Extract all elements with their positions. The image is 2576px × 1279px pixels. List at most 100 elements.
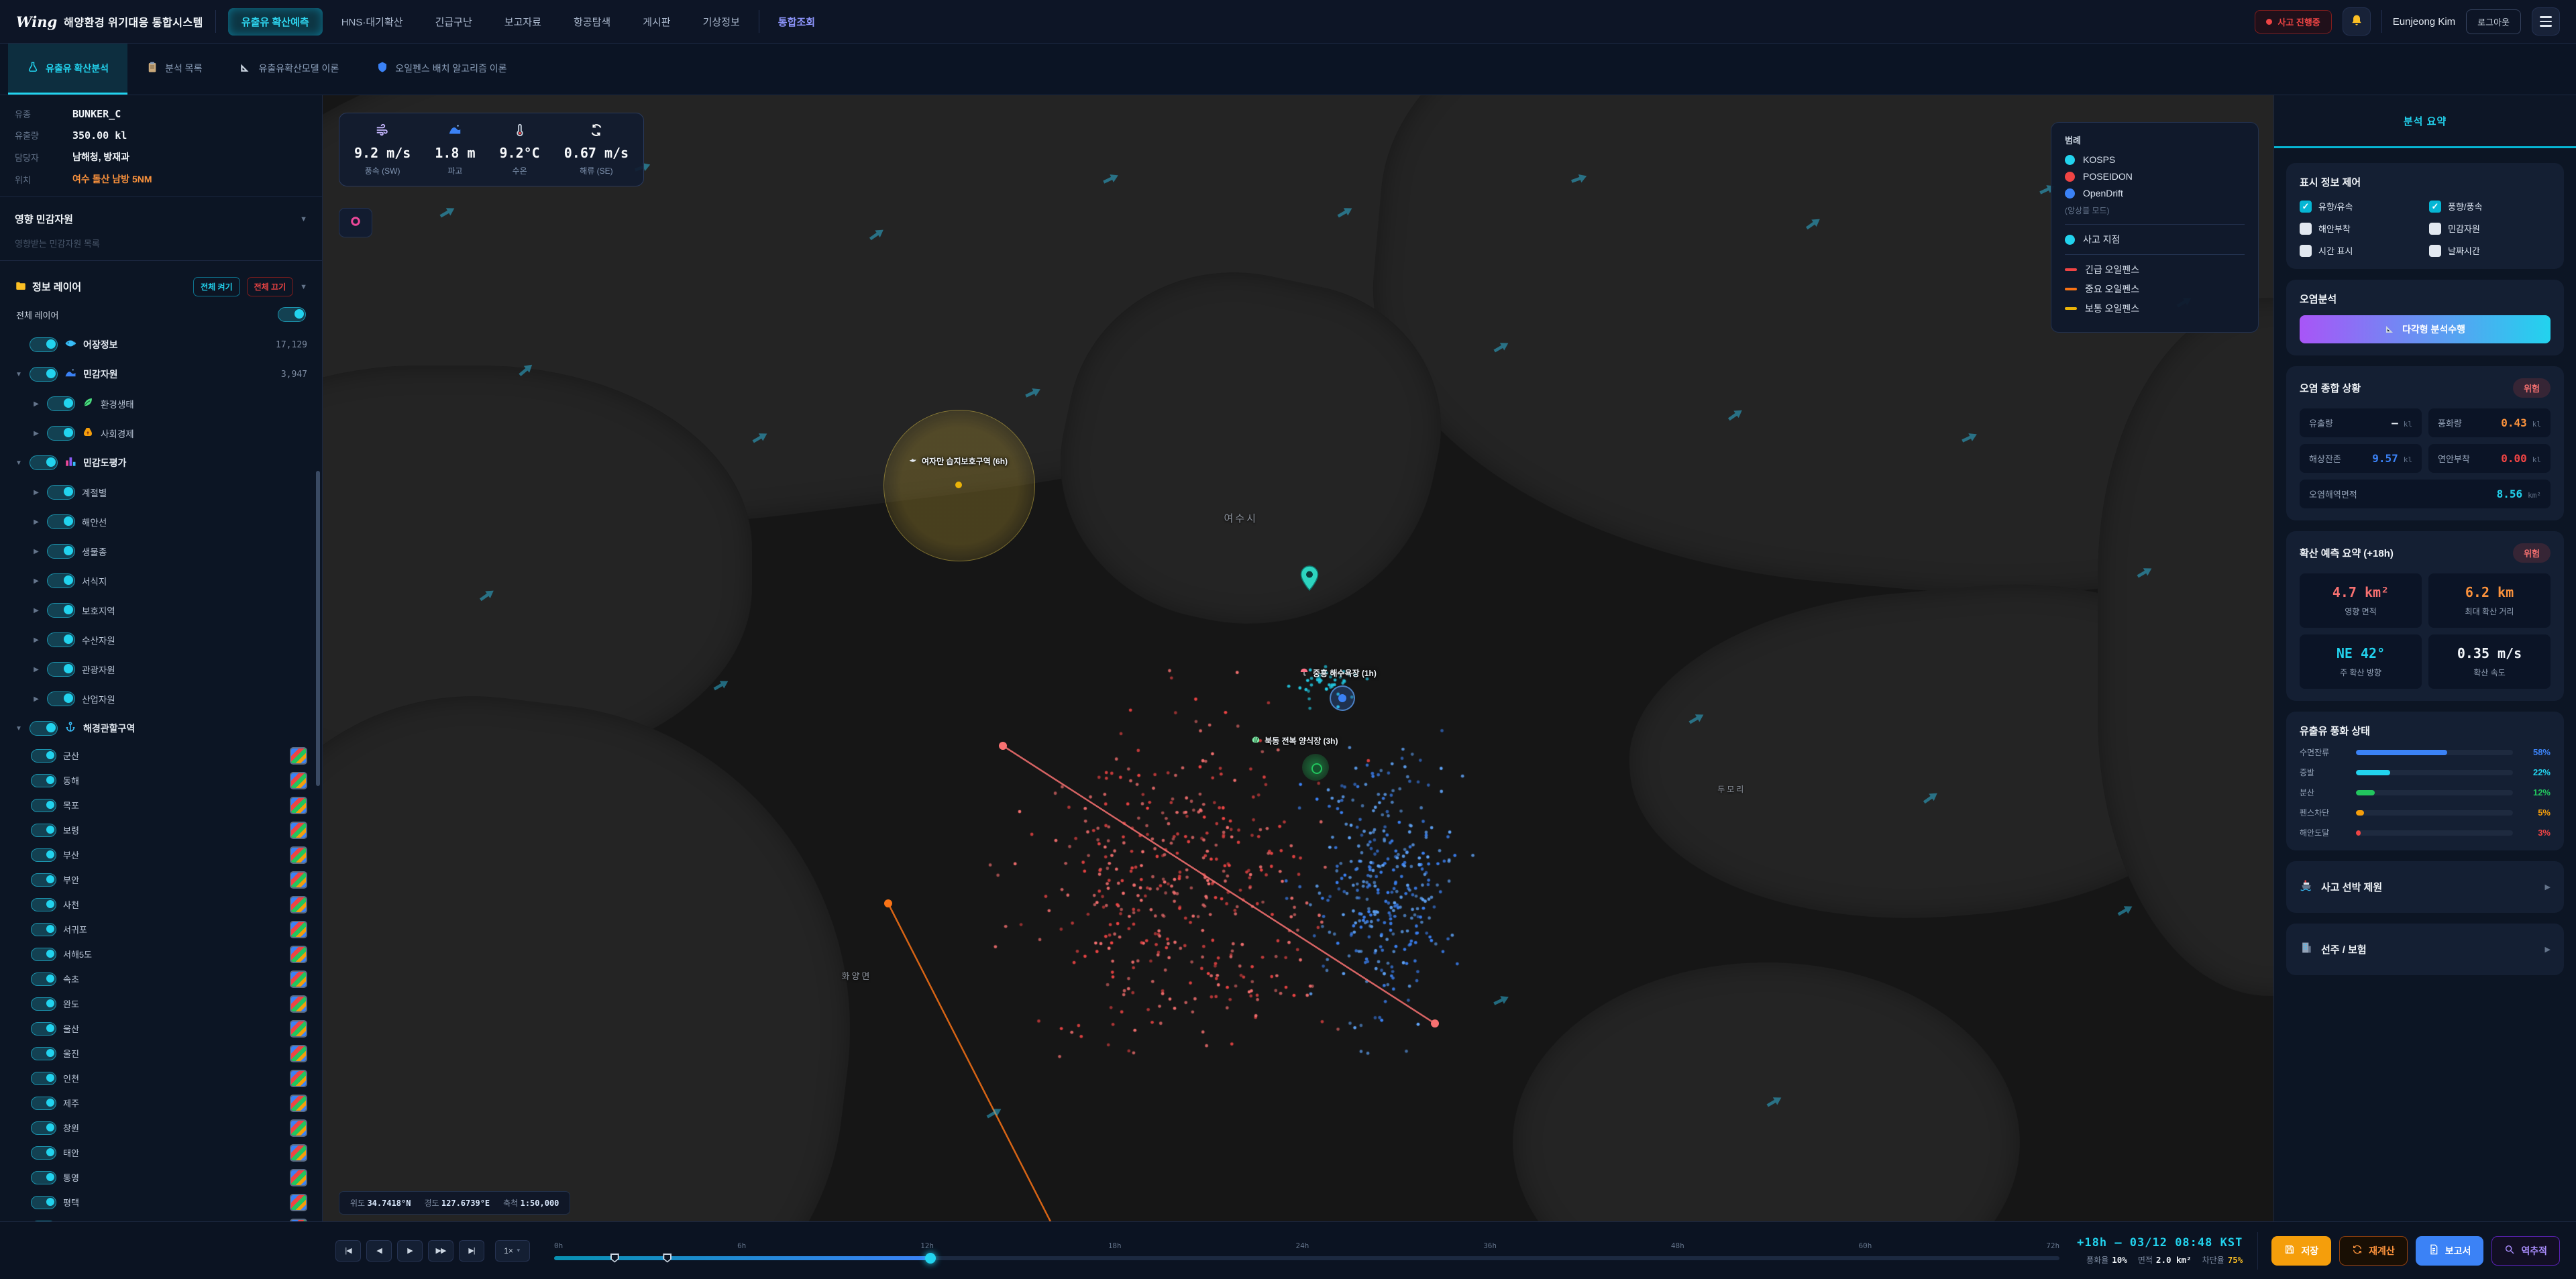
station-toggle[interactable] bbox=[31, 923, 56, 936]
layer-toggle[interactable] bbox=[47, 485, 75, 500]
layer-toggle[interactable] bbox=[30, 337, 58, 352]
collapsed-card-1[interactable]: 선주 / 보험▶ bbox=[2286, 924, 2564, 975]
layer-style-icon[interactable] bbox=[290, 747, 307, 765]
nav-item-3[interactable]: 보고자료 bbox=[491, 8, 555, 36]
nav-item-0[interactable]: 유출유 확산예측 bbox=[228, 8, 323, 36]
layer-style-icon[interactable] bbox=[290, 1194, 307, 1211]
layer-style-icon[interactable] bbox=[290, 871, 307, 889]
layer-toggle[interactable] bbox=[47, 691, 75, 706]
nav-item-1[interactable]: HNS·대기확산 bbox=[328, 8, 417, 36]
polygon-analysis-button[interactable]: 다각형 분석수행 bbox=[2300, 315, 2551, 343]
layer-toggle[interactable] bbox=[30, 455, 58, 470]
station-row[interactable]: 목포 bbox=[15, 793, 307, 818]
layer-row[interactable]: ▶해안선 bbox=[15, 507, 307, 537]
layer-toggle[interactable] bbox=[47, 603, 75, 618]
station-toggle[interactable] bbox=[31, 824, 56, 837]
layers-all-off-button[interactable]: 전체 끄기 bbox=[247, 277, 294, 296]
station-toggle[interactable] bbox=[31, 1221, 56, 1222]
checkbox-icon[interactable] bbox=[2300, 223, 2312, 235]
layer-style-icon[interactable] bbox=[290, 896, 307, 913]
layer-row[interactable]: ▼민감자원3,947 bbox=[15, 359, 307, 389]
nav-item-5[interactable]: 게시판 bbox=[629, 8, 684, 36]
station-row[interactable]: 부산 bbox=[15, 842, 307, 867]
affected-resources-header[interactable]: 영향 민감자원 ▼ bbox=[15, 208, 307, 230]
nav-item-2[interactable]: 긴급구난 bbox=[422, 8, 486, 36]
menu-button[interactable] bbox=[2532, 7, 2560, 36]
report-button[interactable]: 보고서 bbox=[2416, 1236, 2484, 1266]
station-toggle[interactable] bbox=[31, 1097, 56, 1110]
search-button[interactable]: 역추적 bbox=[2491, 1236, 2560, 1266]
map-tool-button[interactable] bbox=[339, 208, 372, 237]
layer-style-icon[interactable] bbox=[290, 1169, 307, 1186]
station-row[interactable]: 보령 bbox=[15, 818, 307, 842]
station-toggle[interactable] bbox=[31, 774, 56, 787]
checkbox-icon[interactable] bbox=[2429, 223, 2441, 235]
layer-style-icon[interactable] bbox=[290, 1045, 307, 1062]
playback-button-1[interactable]: ◀ bbox=[366, 1240, 392, 1262]
layer-style-icon[interactable] bbox=[290, 921, 307, 938]
save-button[interactable]: 저장 bbox=[2271, 1236, 2331, 1266]
timeline-slider[interactable] bbox=[554, 1256, 2059, 1260]
layer-row[interactable]: ▼해경관할구역 bbox=[15, 714, 307, 743]
analysis-summary-body[interactable]: 표시 정보 제어 ✓유향/유속✓풍향/풍속해안부착민감자원시간 표시날짜시간 오… bbox=[2274, 148, 2576, 1221]
subtab-1[interactable]: 분석 목록 bbox=[127, 44, 221, 95]
refresh-button[interactable]: 재계산 bbox=[2339, 1236, 2408, 1266]
layer-row[interactable]: ▶서식지 bbox=[15, 566, 307, 596]
station-row[interactable]: 창원 bbox=[15, 1115, 307, 1140]
layer-style-icon[interactable] bbox=[290, 1020, 307, 1038]
layer-row[interactable]: ▶사회경제 bbox=[15, 419, 307, 448]
layer-toggle[interactable] bbox=[30, 721, 58, 736]
layer-row[interactable]: ▼민감도평가 bbox=[15, 448, 307, 478]
layer-style-icon[interactable] bbox=[290, 822, 307, 839]
display-checkbox[interactable]: 민감자원 bbox=[2429, 222, 2551, 235]
playback-button-3[interactable]: ▶▶ bbox=[428, 1240, 453, 1262]
layer-toggle[interactable] bbox=[47, 426, 75, 441]
layer-style-icon[interactable] bbox=[290, 1095, 307, 1112]
layer-row[interactable]: ▶생물종 bbox=[15, 537, 307, 566]
station-row[interactable]: 태안 bbox=[15, 1140, 307, 1165]
map-area[interactable]: 여자만 습지보호구역 (6h)중흥 해수욕장 (1h)북동 전복 양식장 (3h… bbox=[323, 95, 2273, 1221]
station-row[interactable]: 통영 bbox=[15, 1165, 307, 1190]
layer-row[interactable]: ▶관광자원 bbox=[15, 655, 307, 684]
subtab-3[interactable]: 오일펜스 배치 알고리즘 이론 bbox=[358, 44, 525, 95]
station-row[interactable]: 서귀포 bbox=[15, 917, 307, 942]
layer-style-icon[interactable] bbox=[290, 970, 307, 988]
layer-row[interactable]: ▶계절별 bbox=[15, 478, 307, 507]
layers-all-on-button[interactable]: 전체 켜기 bbox=[193, 277, 240, 296]
display-checkbox[interactable]: ✓풍향/풍속 bbox=[2429, 200, 2551, 213]
station-toggle[interactable] bbox=[31, 1196, 56, 1209]
notifications-button[interactable] bbox=[2343, 7, 2371, 36]
station-row[interactable]: 사천 bbox=[15, 892, 307, 917]
layer-style-icon[interactable] bbox=[290, 1144, 307, 1162]
layer-style-icon[interactable] bbox=[290, 1219, 307, 1222]
subtab-2[interactable]: 유출유확산모델 이론 bbox=[221, 44, 358, 95]
display-checkbox[interactable]: ✓유향/유속 bbox=[2300, 200, 2421, 213]
station-toggle[interactable] bbox=[31, 972, 56, 986]
station-toggle[interactable] bbox=[31, 1146, 56, 1160]
checkbox-checked-icon[interactable]: ✓ bbox=[2300, 201, 2312, 213]
layer-style-icon[interactable] bbox=[290, 995, 307, 1013]
checkbox-icon[interactable] bbox=[2300, 245, 2312, 257]
station-row[interactable]: 동해 bbox=[15, 768, 307, 793]
display-checkbox[interactable]: 시간 표시 bbox=[2300, 244, 2421, 257]
checkbox-checked-icon[interactable]: ✓ bbox=[2429, 201, 2441, 213]
station-row[interactable]: 평택 bbox=[15, 1190, 307, 1215]
playback-button-4[interactable]: ▶| bbox=[459, 1240, 484, 1262]
subtab-0[interactable]: 유출유 확산분석 bbox=[8, 44, 127, 95]
playback-button-2[interactable]: ▶ bbox=[397, 1240, 423, 1262]
layer-toggle[interactable] bbox=[47, 632, 75, 647]
layer-row[interactable]: ▶수산자원 bbox=[15, 625, 307, 655]
station-toggle[interactable] bbox=[31, 1121, 56, 1135]
layer-style-icon[interactable] bbox=[290, 946, 307, 963]
station-toggle[interactable] bbox=[31, 1047, 56, 1060]
logout-button[interactable]: 로그아웃 bbox=[2466, 9, 2521, 34]
layer-style-icon[interactable] bbox=[290, 772, 307, 789]
layer-toggle[interactable] bbox=[47, 396, 75, 411]
station-toggle[interactable] bbox=[31, 948, 56, 961]
collapsed-card-0[interactable]: 사고 선박 제원▶ bbox=[2286, 861, 2564, 913]
station-row[interactable]: 완도 bbox=[15, 991, 307, 1016]
station-toggle[interactable] bbox=[31, 997, 56, 1011]
layer-style-icon[interactable] bbox=[290, 846, 307, 864]
station-row[interactable]: 제주 bbox=[15, 1091, 307, 1115]
layer-toggle[interactable] bbox=[47, 544, 75, 559]
